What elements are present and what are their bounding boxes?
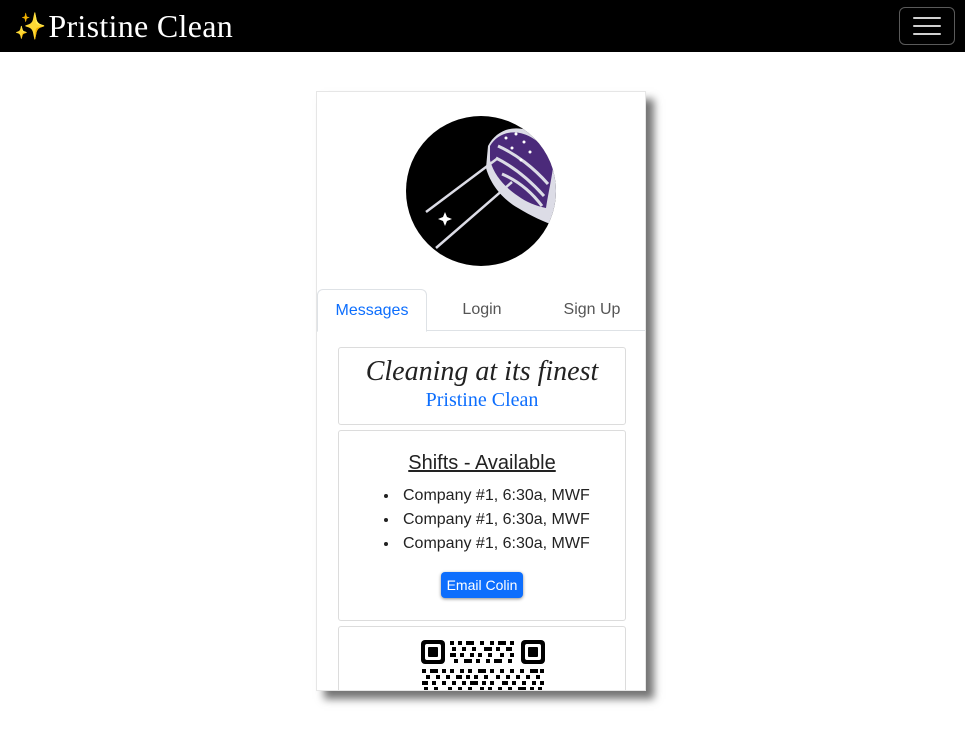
main-card: Messages Login Sign Up Cleaning at its f… <box>316 91 646 691</box>
tab-sign-up[interactable]: Sign Up <box>537 289 645 331</box>
hamburger-menu-icon <box>913 17 941 19</box>
tagline-box: Cleaning at its finest Pristine Clean <box>338 347 626 425</box>
email-colin-button[interactable]: Email Colin <box>440 572 524 598</box>
tab-bar: Messages Login Sign Up <box>317 289 645 332</box>
tagline-brand: Pristine Clean <box>425 389 539 411</box>
brand-name: Pristine Clean <box>48 7 233 44</box>
shift-item: Company #1, 6:30a, MWF <box>399 484 625 508</box>
qr-code-icon <box>420 639 546 690</box>
shift-item: Company #1, 6:30a, MWF <box>399 508 625 532</box>
tab-messages[interactable]: Messages <box>317 289 427 332</box>
navbar-toggler-button[interactable] <box>899 7 955 45</box>
top-navbar: ✨ Pristine Clean <box>0 0 965 52</box>
tagline-text: Cleaning at its finest <box>365 356 599 387</box>
shifts-title: Shifts - Available <box>408 452 556 474</box>
shift-list: Company #1, 6:30a, MWF Company #1, 6:30a… <box>399 484 625 556</box>
broom-logo-icon <box>406 116 556 266</box>
shifts-box: Shifts - Available Company #1, 6:30a, MW… <box>338 430 626 621</box>
tab-login[interactable]: Login <box>427 289 537 331</box>
pristine-clean-logo <box>406 116 556 266</box>
sparkles-icon: ✨ <box>14 11 47 41</box>
qr-code-box <box>338 626 626 690</box>
brand-link[interactable]: ✨ Pristine Clean <box>14 8 233 45</box>
shift-item: Company #1, 6:30a, MWF <box>399 532 625 556</box>
